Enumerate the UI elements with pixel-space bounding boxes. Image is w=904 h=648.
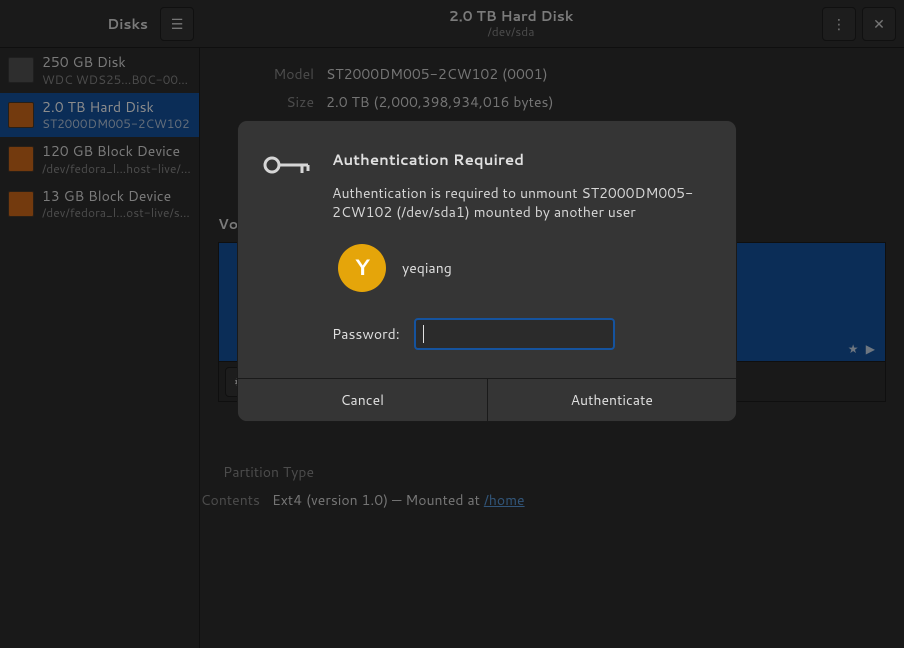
auth-dialog: Authentication Required Authentication i… bbox=[237, 120, 737, 422]
cancel-button[interactable]: Cancel bbox=[238, 379, 487, 421]
key-icon bbox=[262, 149, 310, 350]
password-label: Password: bbox=[332, 324, 400, 344]
authenticate-button[interactable]: Authenticate bbox=[487, 379, 737, 421]
disks-window: Disks ☰ 2.0 TB Hard Disk /dev/sda ⋮ ✕ 25… bbox=[0, 0, 904, 648]
avatar: Y bbox=[338, 244, 386, 292]
dialog-title: Authentication Required bbox=[332, 149, 704, 170]
dialog-username: yeqiang bbox=[402, 258, 452, 278]
dialog-user-row: Y yeqiang bbox=[332, 244, 704, 292]
dialog-message: Authentication is required to unmount ST… bbox=[332, 184, 704, 222]
password-input[interactable] bbox=[414, 318, 615, 350]
